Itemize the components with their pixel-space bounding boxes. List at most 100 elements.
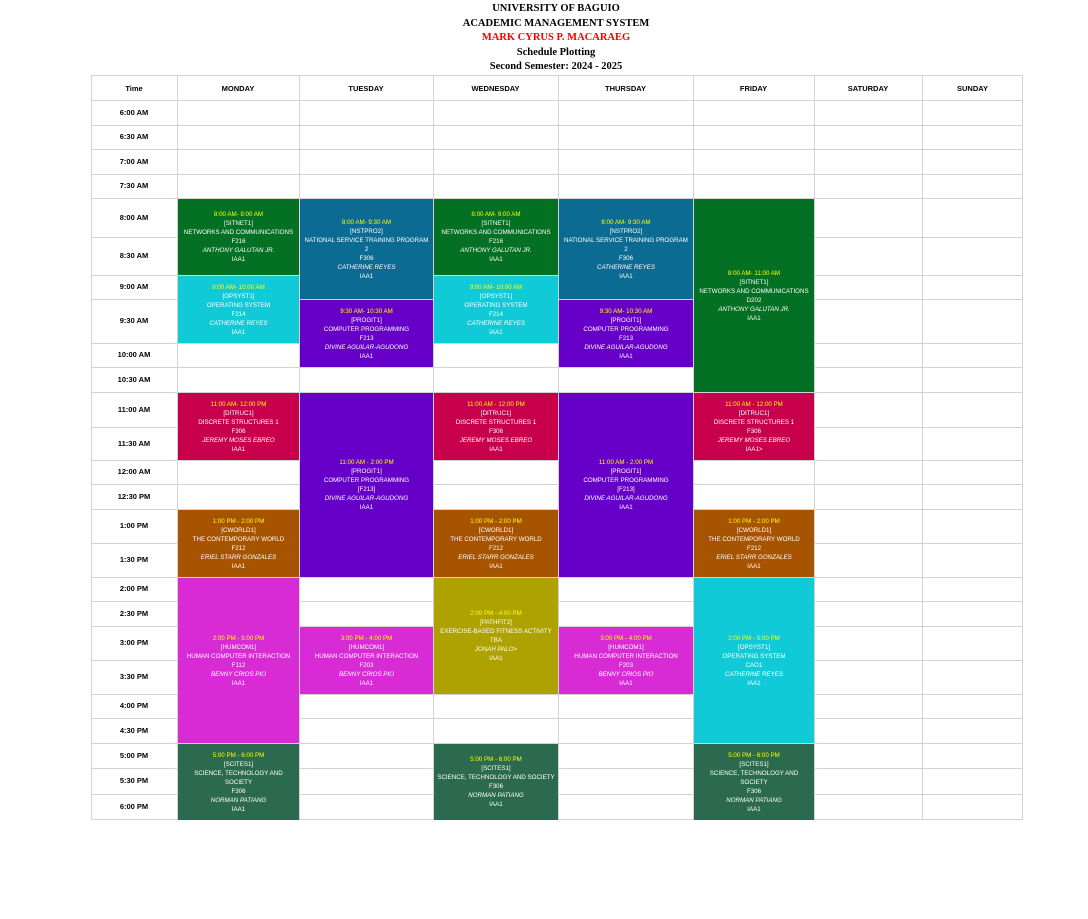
class-code: [DITRUC1] (223, 409, 254, 417)
class-block-opsyst1[interactable]: 2:00 PM - 5:00 PM [OPSYST1] OPERATING SYST… (694, 578, 814, 743)
class-block-scites1[interactable]: 5:00 PM - 6:00 PM [SCITES1] SCIENCE, TECHN… (178, 744, 299, 820)
class-room: F214 (488, 310, 504, 318)
class-block-cworld1[interactable]: 1:00 PM - 2:00 PM [CWORLD1] THE CONTEMPORA… (178, 510, 299, 577)
class-title: NATIONAL SERVICE TRAINING PROGRAM 2 (564, 236, 688, 253)
class-time: 9:30 AM- 10:30 AM (340, 307, 393, 315)
class-title: HUMAN COMPUTER INTERACTION (186, 652, 291, 660)
time-column-header: Time (125, 84, 143, 93)
class-block-nstpro2[interactable]: 8:00 AM- 9:30 AM [NSTPRO2] NATIONAL SERVIC… (559, 199, 693, 299)
class-title: OPERATING SYSTEM (722, 652, 786, 660)
class-time: 5:00 PM - 6:00 PM (212, 751, 265, 759)
class-time: 1:00 PM - 2:00 PM (470, 517, 522, 525)
class-time: 9:00 AM- 10:00 AM (212, 283, 265, 291)
class-code: [SCITES1] (739, 760, 769, 768)
class-section: IAA1> (745, 445, 763, 453)
class-block-progit1[interactable]: 11:00 AM - 2:00 PM [PROGIT1] COMPUTER PROG… (300, 393, 433, 577)
university-name: UNIVERSITY OF BAGUIO (492, 3, 620, 14)
class-instructor: DIVINE AGUILAR-AGUDONG (324, 343, 409, 351)
class-instructor: DIVINE AGUILAR-AGUDONG (584, 495, 668, 502)
class-section: IAA1 (747, 562, 761, 570)
class-block-progit1[interactable]: 9:30 AM- 10:30 AM [PROGIT1] COMPUTER PROGR… (559, 300, 693, 367)
class-instructor: JEREMY MOSES EBREO (717, 436, 791, 444)
class-section: IAA1 (747, 805, 761, 813)
class-title: THE CONTEMPORARY WORLD (450, 535, 542, 543)
class-block-humcom1[interactable]: 3:00 PM - 4:00 PM [HUMCOM1] HUMAN COMPUTER… (559, 627, 693, 694)
class-code: [OPSYST1] (222, 292, 255, 300)
class-instructor: JEREMY MOSES EBREO (202, 436, 275, 444)
class-code: [HUMCOM1] (220, 643, 257, 651)
class-code: [CWORLD1] (736, 526, 772, 534)
class-block-opsyst1[interactable]: 9:00 AM- 10:00 AM [OPSYST1] OPERATING SYST… (178, 276, 299, 343)
class-title: THE CONTEMPORARY WORLD (708, 535, 800, 543)
class-room: F213 (618, 334, 634, 342)
class-block-opsyst1[interactable]: 9:00 AM- 10:00 AM [OPSYST1] OPERATING SYST… (434, 276, 558, 343)
class-block-progit1[interactable]: 11:00 AM - 2:00 PM [PROGIT1] COMPUTER PROG… (559, 393, 693, 577)
grid-column-line (814, 75, 815, 820)
class-section: IAA1 (489, 256, 503, 263)
class-section: IAA1 (231, 256, 246, 263)
class-room: F214 (231, 310, 246, 318)
class-block-ditruc1[interactable]: 11:00 AM - 12:00 PM [DITRUC1] DISCRETE STR… (694, 393, 814, 460)
class-block-ditruc1[interactable]: 11:00 AM- 12:00 PM [DITRUC1] DISCRETE STRU… (178, 393, 299, 460)
class-time: 2:00 PM - 5:00 PM (212, 634, 265, 642)
student-name: MARK CYRUS P. MACARAEG (481, 32, 631, 44)
class-instructor: CATHERINE REYES (337, 263, 396, 271)
day-header-sunday: SUNDAY (957, 84, 988, 93)
class-time: 8:00 AM- 9:30 AM (601, 218, 651, 226)
class-time: 8:00 AM- 11:00 AM (727, 269, 781, 277)
class-instructor: ERIEL STARR GONZALES (200, 553, 277, 561)
class-block-sitnet1[interactable]: 8:00 AM- 9:00 AM [SITNET1] NETWORKS AND CO… (434, 199, 558, 275)
class-time: 5:00 PM - 6:00 PM (470, 756, 522, 763)
class-time: 5:00 PM - 6:00 PM (728, 751, 780, 759)
page-header: UNIVERSITY OF BAGUIO ACADEMIC MANAGEMENT… (0, 2, 1088, 75)
class-block-scites1[interactable]: 5:00 PM - 6:00 PM [SCITES1] SCIENCE, TECHN… (694, 744, 814, 820)
time-slot-label: 10:30 AM (117, 375, 151, 384)
class-room: [F213] (357, 486, 376, 493)
class-instructor: ANTHONY GALUTAN JR. (460, 247, 532, 254)
class-instructor: NORMAN PATIANG (468, 792, 524, 799)
class-time: 1:00 PM - 2:00 PM (212, 517, 265, 525)
class-block-humcom1[interactable]: 3:00 PM - 4:00 PM [HUMCOM1] HUMAN COMPUTER… (300, 627, 433, 694)
class-code: [OPSYST1] (738, 643, 770, 651)
class-section: IAA1 (619, 679, 633, 687)
class-code: [OPSYST1] (480, 292, 512, 300)
class-section: IAA1 (619, 352, 633, 360)
class-section: IAA1 (359, 272, 374, 280)
class-section: IAA1 (489, 445, 503, 453)
class-section: IAA1 (489, 562, 503, 570)
time-slot-label: 8:00 AM (119, 213, 149, 222)
class-time: 2:00 PM - 4:00 PM (470, 610, 522, 617)
time-slot-label: 8:30 AM (119, 251, 149, 260)
class-block-cworld1[interactable]: 1:00 PM - 2:00 PM [CWORLD1] THE CONTEMPORA… (694, 510, 814, 577)
class-time: 1:00 PM - 2:00 PM (728, 517, 780, 525)
class-section: IAA1 (231, 328, 246, 336)
class-section: IAA1 (489, 328, 503, 336)
time-slot-label: 9:30 AM (119, 316, 149, 325)
time-slot-label: 10:00 AM (117, 350, 151, 359)
class-block-ditruc1[interactable]: 11:00 AM - 12:00 PM [DITRUC1] DISCRETE STR… (434, 393, 558, 460)
class-instructor: CATHERINE REYES (725, 670, 783, 678)
class-block-pathfit2[interactable]: 2:00 PM - 4:00 PM [PATHFIT2] EXERCISE-BASE… (434, 578, 558, 694)
class-block-cworld1[interactable]: 1:00 PM - 2:00 PM [CWORLD1] THE CONTEMPORA… (434, 510, 558, 577)
grid-row-line (91, 100, 1023, 101)
class-block-sitnet1[interactable]: 8:00 AM- 11:00 AM [SITNET1] NETWORKS AND C… (694, 199, 814, 392)
class-room: F212 (746, 544, 762, 552)
class-instructor: NORMAN PATIANG (210, 796, 267, 804)
time-slot-label: 5:30 PM (119, 776, 149, 785)
class-title: NETWORKS AND COMMUNICATIONS (441, 229, 551, 236)
time-slot-label: 11:30 AM (117, 439, 151, 448)
class-room: F306 (746, 427, 762, 435)
grid-column-line (1022, 75, 1023, 820)
class-block-progit1[interactable]: 9:30 AM- 10:30 AM [PROGIT1] COMPUTER PROGR… (300, 300, 433, 367)
class-block-sitnet1[interactable]: 8:00 AM- 9:00 AM [SITNET1] NETWORKS AND CO… (178, 199, 299, 275)
class-code: [DITRUC1] (480, 409, 512, 417)
semester-label: Second Semester: 2024 - 2025 (489, 61, 623, 73)
class-block-humcom1[interactable]: 2:00 PM - 5:00 PM [HUMCOM1] HUMAN COMPUTER… (178, 578, 299, 743)
class-section: IAA1 (359, 504, 374, 511)
time-slot-label: 1:30 PM (119, 555, 149, 564)
class-code: [SCITES1] (223, 760, 254, 768)
class-block-nstpro2[interactable]: 8:00 AM- 9:30 AM [NSTPRO2] NATIONAL SERVIC… (300, 199, 433, 299)
class-instructor: CATHERINE REYES (209, 319, 268, 327)
class-room: F306 (488, 427, 504, 435)
class-block-scites1[interactable]: 5:00 PM - 6:00 PM [SCITES1] SCIENCE, TECHN… (434, 744, 558, 820)
